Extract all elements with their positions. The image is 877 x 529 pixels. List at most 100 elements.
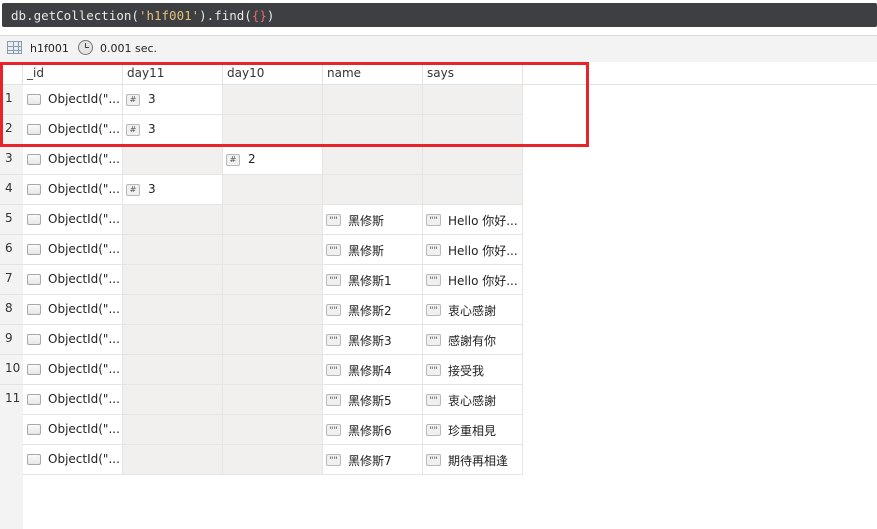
cell-name[interactable]: "" 黑修斯1 [323, 265, 423, 295]
cell-day10[interactable] [223, 385, 323, 415]
column-header-id[interactable]: _id [23, 62, 123, 84]
cell-day11[interactable] [123, 265, 223, 295]
cell-says[interactable]: "" 接受我 [423, 355, 523, 385]
object-id-value: ObjectId("... [48, 302, 120, 316]
cell-says[interactable] [423, 175, 523, 205]
cell-name[interactable] [323, 85, 423, 115]
table-row[interactable]: 9 ObjectId("... "" 黑修斯3 "" 感謝有你 [0, 325, 523, 355]
table-row[interactable]: 13ObjectId("...""黑修斯7""期待再相逢 [0, 445, 523, 475]
query-text[interactable]: db.getCollection('h1f001').find({}) [11, 8, 274, 23]
cell-name[interactable]: "" 黑修斯3 [323, 325, 423, 355]
document-icon [27, 154, 41, 165]
cell-day10[interactable]: #2 [223, 145, 323, 175]
cell-id[interactable]: ObjectId("... [23, 235, 123, 265]
cell-day11[interactable] [123, 145, 223, 175]
says-value: Hello 你好... [448, 244, 518, 258]
table-row[interactable]: 7 ObjectId("... "" 黑修斯1 "" Hello 你好... [0, 265, 523, 295]
column-header-day11[interactable]: day11 [123, 62, 223, 84]
cell-day10[interactable] [223, 325, 323, 355]
column-header-day10[interactable]: day10 [223, 62, 323, 84]
cell-says[interactable]: "" 珍重相見 [423, 415, 523, 445]
string-type-icon: "" [326, 424, 341, 436]
cell-day11[interactable] [123, 355, 223, 385]
cell-id[interactable]: ObjectId("... [23, 115, 123, 145]
table-row[interactable]: 8 ObjectId("... "" 黑修斯2 "" 衷心感謝 [0, 295, 523, 325]
cell-says[interactable]: "" Hello 你好... [423, 265, 523, 295]
name-value: 黑修斯5 [348, 394, 392, 408]
table-row[interactable]: 5 ObjectId("... "" 黑修斯 "" Hello 你好... [0, 205, 523, 235]
table-row[interactable]: 6 ObjectId("... "" 黑修斯 "" Hello 你好... [0, 235, 523, 265]
table-row[interactable]: 11 ObjectId("... "" 黑修斯5 "" 衷心感謝 [0, 385, 523, 415]
cell-name[interactable] [323, 145, 423, 175]
query-prefix: db.getCollection( [11, 8, 139, 23]
table-view-icon[interactable] [7, 41, 22, 54]
cell-name[interactable]: "" 黑修斯5 [323, 385, 423, 415]
cell-says[interactable] [423, 85, 523, 115]
cell-day11[interactable]: #3 [123, 115, 223, 145]
document-icon [27, 94, 41, 105]
cell-id[interactable]: ObjectId("... [23, 445, 123, 475]
cell-id[interactable]: ObjectId("... [23, 325, 123, 355]
name-value: 黑修斯4 [348, 364, 392, 378]
cell-says[interactable]: "" Hello 你好... [423, 235, 523, 265]
cell-day10[interactable] [223, 355, 323, 385]
cell-says[interactable]: "" Hello 你好... [423, 205, 523, 235]
result-info-bar: h1f001 0.001 sec. [0, 35, 877, 63]
cell-day11[interactable] [123, 385, 223, 415]
cell-id[interactable]: ObjectId("... [23, 295, 123, 325]
table-row[interactable]: 12ObjectId("...""黑修斯6""珍重相見 [0, 415, 523, 445]
clock-icon [78, 40, 93, 55]
cell-day10[interactable] [223, 415, 323, 445]
cell-says[interactable] [423, 145, 523, 175]
column-header-says[interactable]: says [423, 62, 523, 84]
cell-id[interactable]: ObjectId("... [23, 205, 123, 235]
table-row[interactable]: 1 ObjectId("... #3 [0, 85, 523, 115]
cell-day11[interactable] [123, 445, 223, 475]
cell-says[interactable]: "" 衷心感謝 [423, 385, 523, 415]
cell-day11[interactable] [123, 415, 223, 445]
column-header-name[interactable]: name [323, 62, 423, 84]
string-type-icon: "" [426, 454, 441, 466]
cell-id[interactable]: ObjectId("... [23, 145, 123, 175]
cell-name[interactable]: "" 黑修斯7 [323, 445, 423, 475]
cell-name[interactable]: "" 黑修斯 [323, 205, 423, 235]
query-editor[interactable]: db.getCollection('h1f001').find({}) [2, 3, 877, 27]
table-row[interactable]: 10 ObjectId("... "" 黑修斯4 "" 接受我 [0, 355, 523, 385]
cell-day11[interactable] [123, 325, 223, 355]
table-row[interactable]: 4 ObjectId("... #3 [0, 175, 523, 205]
cell-day10[interactable] [223, 205, 323, 235]
cell-id[interactable]: ObjectId("... [23, 265, 123, 295]
cell-id[interactable]: ObjectId("... [23, 385, 123, 415]
cell-says[interactable]: "" 期待再相逢 [423, 445, 523, 475]
cell-name[interactable]: "" 黑修斯2 [323, 295, 423, 325]
cell-day10[interactable] [223, 235, 323, 265]
cell-says[interactable]: "" 衷心感謝 [423, 295, 523, 325]
row-number: 10 [0, 355, 23, 385]
table-row[interactable]: 3 ObjectId("... #2 [0, 145, 523, 175]
row-number: 4 [0, 175, 23, 205]
cell-says[interactable] [423, 115, 523, 145]
cell-day11[interactable] [123, 235, 223, 265]
table-row[interactable]: 2 ObjectId("... #3 [0, 115, 523, 145]
cell-name[interactable] [323, 175, 423, 205]
cell-day10[interactable] [223, 85, 323, 115]
cell-says[interactable]: "" 感謝有你 [423, 325, 523, 355]
cell-name[interactable]: "" 黑修斯6 [323, 415, 423, 445]
cell-day10[interactable] [223, 175, 323, 205]
cell-day11[interactable] [123, 295, 223, 325]
cell-day11[interactable]: #3 [123, 175, 223, 205]
cell-id[interactable]: ObjectId("... [23, 175, 123, 205]
cell-day11[interactable] [123, 205, 223, 235]
cell-day11[interactable]: #3 [123, 85, 223, 115]
cell-id[interactable]: ObjectId("... [23, 355, 123, 385]
cell-day10[interactable] [223, 295, 323, 325]
cell-day10[interactable] [223, 265, 323, 295]
cell-id[interactable]: ObjectId("... [23, 85, 123, 115]
cell-name[interactable] [323, 115, 423, 145]
cell-name[interactable]: "" 黑修斯4 [323, 355, 423, 385]
cell-name[interactable]: "" 黑修斯 [323, 235, 423, 265]
cell-day10[interactable] [223, 115, 323, 145]
cell-day10[interactable] [223, 445, 323, 475]
document-icon [27, 454, 41, 465]
cell-id[interactable]: ObjectId("... [23, 415, 123, 445]
